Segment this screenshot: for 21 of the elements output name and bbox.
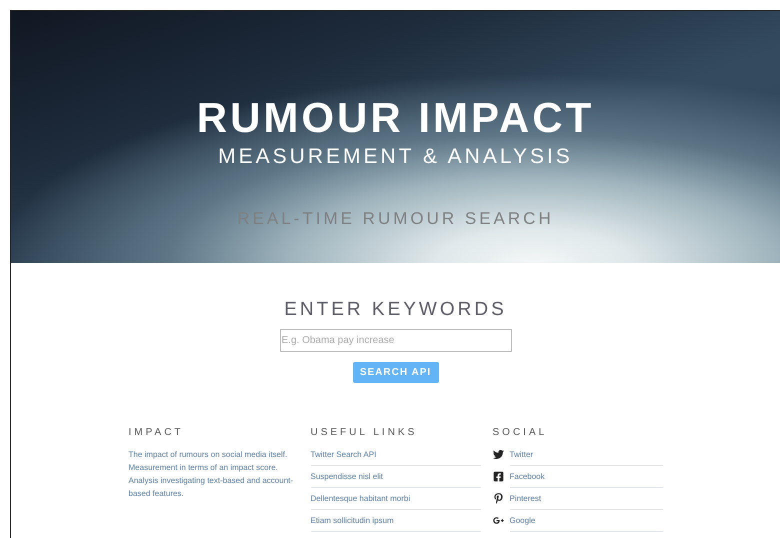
search-heading: ENTER KEYWORDS bbox=[284, 299, 507, 321]
footer-link[interactable]: Etiam sollicitudin ipsum bbox=[310, 514, 480, 532]
social-heading: SOCIAL bbox=[492, 427, 548, 438]
useful-links-heading: USEFUL LINKS bbox=[310, 427, 418, 438]
footer-link[interactable]: Dellentesque habitant morbi bbox=[310, 492, 480, 510]
footer-link[interactable]: Suspendisse nisl elit bbox=[310, 470, 480, 488]
social-link[interactable]: Facebook bbox=[510, 470, 662, 488]
keyword-input-field[interactable]: E.g. Obama pay increase bbox=[280, 329, 512, 352]
pinterest-icon bbox=[492, 493, 504, 504]
search-button[interactable]: SEARCH API bbox=[352, 362, 438, 383]
social-link[interactable]: Twitter bbox=[510, 448, 662, 466]
google-plus-icon bbox=[492, 515, 504, 526]
impact-heading: IMPACT bbox=[128, 427, 185, 438]
impact-description: The impact of rumours on social media itself. Measurement in terms of an impact score. Analysis investigating text-based and account-based features. bbox=[128, 449, 294, 500]
site-subtitle: MEASUREMENT & ANALYSIS bbox=[218, 145, 573, 170]
facebook-icon bbox=[492, 471, 504, 482]
footer-link[interactable]: Twitter Search API bbox=[310, 448, 480, 466]
social-link[interactable]: Pinterest bbox=[510, 492, 662, 510]
site-title: RUMOUR IMPACT bbox=[196, 95, 594, 142]
social-link[interactable]: Google bbox=[510, 514, 662, 532]
bird-icon bbox=[492, 449, 504, 460]
